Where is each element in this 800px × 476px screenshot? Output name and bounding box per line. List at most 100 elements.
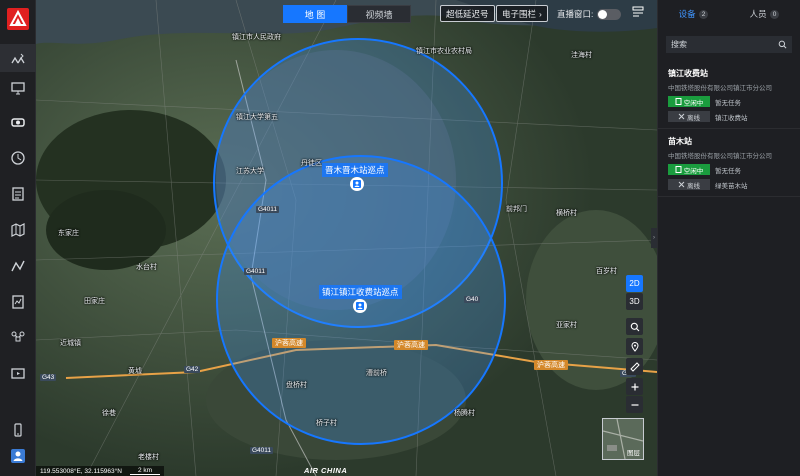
history-icon[interactable] — [0, 144, 36, 172]
status-offline-badge: 离线 — [668, 179, 710, 190]
place-label: 丹徒区 — [301, 160, 322, 167]
road-tag: G43 — [40, 374, 57, 381]
zoom-in-icon[interactable] — [626, 378, 643, 395]
status-text: 离线 — [687, 182, 700, 190]
marker-label-miaomu[interactable]: 晋木晋木站巡点 — [322, 163, 388, 177]
device-icon — [675, 98, 682, 105]
brand-watermark: AIR CHINA — [304, 466, 348, 475]
device-row[interactable]: 离线 绿美苗木站 — [668, 179, 790, 190]
chevron-right-icon: › — [539, 8, 542, 19]
live-window-control: 直播窗口: — [557, 8, 622, 20]
status-idle-badge: 空闲中 — [668, 96, 710, 107]
search-icon[interactable] — [778, 40, 787, 49]
search-input[interactable] — [671, 40, 771, 49]
tab-devices[interactable]: 设备 2 — [658, 0, 729, 28]
station-item[interactable]: 苗木站 中国铁塔股份有限公司镇江市分公司 空闲中 暂无任务 离线 绿美苗木站 — [658, 129, 800, 197]
live-window-label: 直播窗口: — [557, 9, 594, 19]
camera-icon[interactable] — [0, 109, 36, 137]
personnel-count-badge: 0 — [769, 9, 780, 19]
station-name: 苗木站 — [668, 137, 692, 146]
place-label: 镇江大学第五 — [236, 114, 278, 121]
low-latency-button[interactable]: 超低延迟号 — [440, 5, 495, 22]
map-view[interactable]: 镇江市人民政府 镇江市农业农村局 镇江大学第五 江苏大学 丹徒区 东家庄 水台村… — [36, 0, 657, 476]
station-item[interactable]: 镇江收费站 中国铁塔股份有限公司镇江市分公司 空闲中 暂无任务 离线 镇江收费站 — [658, 61, 800, 129]
place-label: 镇江市农业农村局 — [416, 48, 472, 55]
panel-toggle-icon[interactable] — [632, 6, 644, 18]
location-pin-icon[interactable] — [626, 338, 643, 355]
layer-switcher[interactable]: 图层 — [602, 418, 644, 460]
tab-video-wall[interactable]: 视频墙 — [347, 5, 411, 23]
grid-icon[interactable] — [0, 44, 36, 72]
place-label: 横桥村 — [556, 210, 577, 217]
view-3d-button[interactable]: 3D — [626, 293, 643, 310]
fence-label: 电子围栏 — [502, 8, 537, 19]
top-actions: 超低延迟号 — [440, 5, 495, 22]
place-label: 盘桥村 — [286, 382, 307, 389]
report-icon[interactable] — [0, 288, 36, 316]
place-label: 徐巷 — [102, 410, 116, 417]
device-name: 绿美苗木站 — [715, 182, 748, 190]
highway-label: 沪蓉高速 — [272, 338, 306, 348]
device-row[interactable]: 空闲中 暂无任务 — [668, 96, 790, 107]
app-logo — [7, 8, 29, 30]
highway-label: 沪蓉高速 — [394, 340, 428, 350]
coordinate-scale: 119.553008°E, 32.115963°N 2 km — [36, 466, 165, 476]
road-tag: G40 — [464, 296, 481, 303]
tab-personnel-label: 人员 — [749, 9, 767, 19]
station-marker-icon[interactable] — [353, 299, 367, 313]
station-org: 中国铁塔股份有限公司镇江市分公司 — [668, 153, 772, 160]
device-row[interactable]: 空闲中 暂无任务 — [668, 164, 790, 175]
road-tag: G4011 — [250, 447, 274, 454]
ruler-icon[interactable] — [626, 358, 643, 375]
zoom-out-icon[interactable] — [626, 396, 643, 413]
place-label: 百岁村 — [596, 268, 617, 275]
status-idle-badge: 空闲中 — [668, 164, 710, 175]
road-tag: G42 — [184, 366, 201, 373]
device-task: 暂无任务 — [715, 99, 741, 107]
fence-action: 电子围栏 › — [496, 5, 548, 22]
place-label: 镇江市人民政府 — [232, 34, 281, 41]
user-icon[interactable] — [0, 442, 36, 470]
map-view-toggle: 地 图 视频墙 — [283, 5, 411, 23]
satellite-map — [36, 0, 657, 476]
place-label: 桥子村 — [316, 420, 337, 427]
tab-map[interactable]: 地 图 — [283, 5, 347, 23]
place-label: 近城镇 — [60, 340, 81, 347]
media-icon[interactable] — [0, 360, 36, 388]
live-window-switch[interactable] — [597, 8, 622, 20]
view-2d-button[interactable]: 2D — [626, 275, 643, 292]
device-row[interactable]: 离线 镇江收费站 — [668, 111, 790, 122]
tab-personnel[interactable]: 人员 0 — [729, 0, 800, 28]
place-label: 漕前桥 — [366, 370, 387, 377]
phone-icon[interactable] — [0, 416, 36, 444]
drone-icon[interactable] — [0, 324, 36, 352]
place-label: 杨腾村 — [454, 410, 475, 417]
status-text: 空闲中 — [683, 99, 704, 107]
map-icon[interactable] — [0, 216, 36, 244]
place-label: 前邦门 — [506, 206, 527, 213]
station-org: 中国铁塔股份有限公司镇江市分公司 — [668, 85, 772, 92]
left-nav — [0, 0, 36, 476]
panel-tabs: 设备 2 人员 0 — [658, 0, 800, 28]
road-tag: G4011 — [256, 206, 280, 213]
electronic-fence-button[interactable]: 电子围栏 › — [496, 5, 548, 22]
drone-icon — [678, 181, 685, 188]
layer-label: 图层 — [627, 450, 640, 457]
highway-label: 沪蓉高速 — [534, 360, 568, 370]
monitor-icon[interactable] — [0, 74, 36, 102]
place-label: 老楼村 — [138, 454, 159, 461]
marker-label-toll[interactable]: 镇江镇江收费站巡点 — [319, 285, 402, 299]
station-marker-icon[interactable] — [350, 177, 364, 191]
status-text: 空闲中 — [683, 167, 704, 175]
place-label: 洼海村 — [571, 52, 592, 59]
device-name: 镇江收费站 — [715, 114, 748, 122]
place-label: 江苏大学 — [236, 168, 264, 175]
place-label: 田家庄 — [84, 298, 105, 305]
scale-distance: 2 km — [129, 467, 161, 475]
list-icon[interactable] — [0, 180, 36, 208]
route-icon[interactable] — [0, 252, 36, 280]
device-icon — [675, 166, 682, 173]
map-search-icon[interactable] — [626, 318, 643, 335]
search-box — [666, 36, 792, 53]
place-label: 黄墟 — [128, 368, 142, 375]
